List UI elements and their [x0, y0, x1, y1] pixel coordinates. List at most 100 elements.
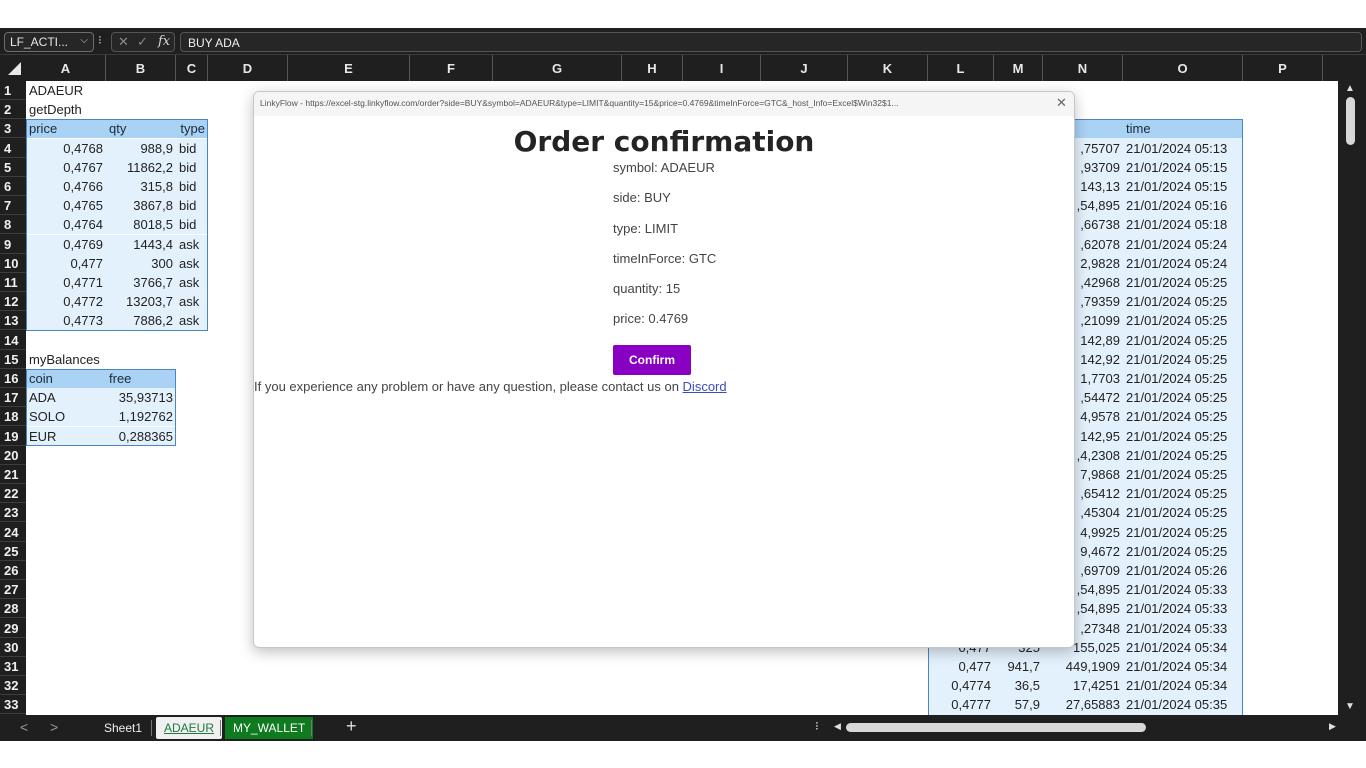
row-header[interactable]: 9 — [0, 235, 26, 254]
column-header[interactable]: L — [928, 55, 994, 81]
row-header[interactable]: 8 — [0, 215, 26, 235]
table-cell[interactable]: 0,4765 — [26, 196, 106, 216]
tab-adaeur[interactable]: ADAEUR — [156, 717, 223, 739]
row-header[interactable]: 22 — [0, 484, 26, 504]
cell-label[interactable]: getDepth — [26, 100, 176, 119]
row-header[interactable]: 2 — [0, 100, 26, 120]
table-cell[interactable]: ask — [176, 311, 208, 331]
table-header[interactable]: free — [106, 369, 176, 388]
cell-label[interactable]: myBalances — [26, 350, 176, 369]
table-cell[interactable]: 8018,5 — [106, 215, 176, 235]
vertical-scroll-thumb[interactable] — [1346, 97, 1355, 145]
table-cell[interactable]: 0,4777 — [928, 695, 994, 715]
row-header[interactable]: 21 — [0, 465, 26, 484]
table-cell[interactable]: 0,477 — [26, 253, 106, 273]
table-cell[interactable]: 21/01/2024 05:15 — [1123, 157, 1243, 177]
table-cell[interactable]: bid — [176, 157, 208, 177]
formula-input[interactable]: BUY ADA — [180, 32, 1362, 52]
table-header[interactable]: coin — [26, 369, 106, 388]
table-cell[interactable]: 27,65883 — [1043, 695, 1123, 715]
table-cell[interactable]: 21/01/2024 05:34 — [1123, 657, 1243, 676]
table-cell[interactable]: 21/01/2024 05:25 — [1123, 522, 1243, 542]
table-cell[interactable]: 35,93713 — [106, 388, 176, 408]
column-header[interactable]: H — [622, 55, 683, 81]
tab-my-wallet[interactable]: MY_WALLET — [225, 717, 314, 739]
vertical-scrollbar[interactable]: ▲ ▼ — [1338, 81, 1366, 715]
table-cell[interactable]: 21/01/2024 05:25 — [1123, 484, 1243, 504]
table-cell[interactable]: EUR — [26, 426, 106, 446]
column-header[interactable]: C — [176, 55, 208, 81]
table-cell[interactable]: 21/01/2024 05:25 — [1123, 311, 1243, 331]
table-cell[interactable]: 0,4766 — [26, 177, 106, 196]
table-cell[interactable]: 21/01/2024 05:34 — [1123, 676, 1243, 696]
table-cell[interactable]: 7886,2 — [106, 311, 176, 331]
table-cell[interactable]: 21/01/2024 05:25 — [1123, 330, 1243, 350]
table-cell[interactable]: 11862,2 — [106, 157, 176, 177]
table-cell[interactable]: 21/01/2024 05:34 — [1123, 637, 1243, 657]
row-header[interactable]: 11 — [0, 273, 26, 292]
horizontal-scroll-thumb[interactable] — [846, 723, 1146, 732]
table-cell[interactable]: 21/01/2024 05:15 — [1123, 177, 1243, 196]
table-cell[interactable]: 0,4772 — [26, 292, 106, 312]
column-header[interactable]: K — [848, 55, 928, 81]
cell-title[interactable]: ADAEUR — [26, 81, 176, 100]
table-cell[interactable]: 21/01/2024 05:25 — [1123, 273, 1243, 292]
table-cell[interactable]: 0,288365 — [106, 426, 176, 446]
table-cell[interactable]: 21/01/2024 05:25 — [1123, 292, 1243, 312]
select-all-button[interactable] — [0, 55, 26, 81]
discord-link[interactable]: Discord — [683, 379, 727, 394]
table-cell[interactable]: 0,4769 — [26, 234, 106, 254]
table-cell[interactable]: 0,477 — [928, 657, 994, 676]
table-header[interactable]: time — [1123, 119, 1243, 139]
table-cell[interactable]: 300 — [106, 253, 176, 273]
cancel-icon[interactable]: ✕ — [118, 34, 129, 50]
prev-sheet-icon[interactable]: < — [20, 719, 28, 735]
row-header[interactable]: 26 — [0, 561, 26, 580]
table-cell[interactable]: 21/01/2024 05:33 — [1123, 618, 1243, 638]
table-cell[interactable]: 21/01/2024 05:24 — [1123, 234, 1243, 254]
insert-function-icon[interactable]: fx — [158, 34, 170, 49]
table-cell[interactable]: bid — [176, 138, 208, 158]
row-header[interactable]: 18 — [0, 407, 26, 427]
table-cell[interactable]: ask — [176, 234, 208, 254]
row-header[interactable]: 12 — [0, 292, 26, 312]
table-cell[interactable]: 21/01/2024 05:18 — [1123, 215, 1243, 235]
row-header[interactable]: 24 — [0, 523, 26, 542]
table-cell[interactable]: bid — [176, 177, 208, 196]
row-header[interactable]: 33 — [0, 695, 26, 715]
table-cell[interactable]: 21/01/2024 05:25 — [1123, 388, 1243, 408]
table-cell[interactable]: 21/01/2024 05:25 — [1123, 426, 1243, 446]
table-cell[interactable]: ask — [176, 253, 208, 273]
row-header[interactable]: 1 — [0, 81, 26, 100]
row-header[interactable]: 32 — [0, 676, 26, 696]
table-header[interactable]: qty — [106, 119, 176, 139]
table-cell[interactable]: 21/01/2024 05:25 — [1123, 407, 1243, 427]
table-cell[interactable]: 1,192762 — [106, 407, 176, 427]
row-header[interactable]: 15 — [0, 350, 26, 369]
row-header[interactable]: 20 — [0, 446, 26, 465]
table-cell[interactable]: 13203,7 — [106, 292, 176, 312]
row-header[interactable]: 31 — [0, 657, 26, 676]
table-cell[interactable]: 57,9 — [994, 695, 1043, 715]
column-header[interactable]: F — [410, 55, 493, 81]
table-cell[interactable]: 0,4773 — [26, 311, 106, 331]
table-cell[interactable]: 0,4771 — [26, 273, 106, 292]
table-cell[interactable]: 449,1909 — [1043, 657, 1123, 676]
scroll-left-icon[interactable]: ◀ — [834, 721, 841, 732]
table-cell[interactable]: 0,4764 — [26, 215, 106, 235]
row-header[interactable]: 7 — [0, 196, 26, 216]
table-cell[interactable]: ADA — [26, 388, 106, 408]
row-header[interactable]: 6 — [0, 177, 26, 196]
row-header[interactable]: 25 — [0, 542, 26, 561]
row-header[interactable]: 3 — [0, 119, 26, 139]
tab-split-handle-icon[interactable]: ⁝ — [815, 719, 819, 733]
row-header[interactable]: 10 — [0, 254, 26, 273]
table-cell[interactable]: 36,5 — [994, 676, 1043, 696]
row-header[interactable]: 4 — [0, 139, 26, 158]
row-header[interactable]: 16 — [0, 369, 26, 388]
table-cell[interactable]: 21/01/2024 05:33 — [1123, 580, 1243, 600]
table-cell[interactable]: 988,9 — [106, 138, 176, 158]
table-cell[interactable]: 21/01/2024 05:25 — [1123, 503, 1243, 523]
table-cell[interactable]: 21/01/2024 05:35 — [1123, 695, 1243, 715]
confirm-button[interactable]: Confirm — [613, 345, 691, 375]
